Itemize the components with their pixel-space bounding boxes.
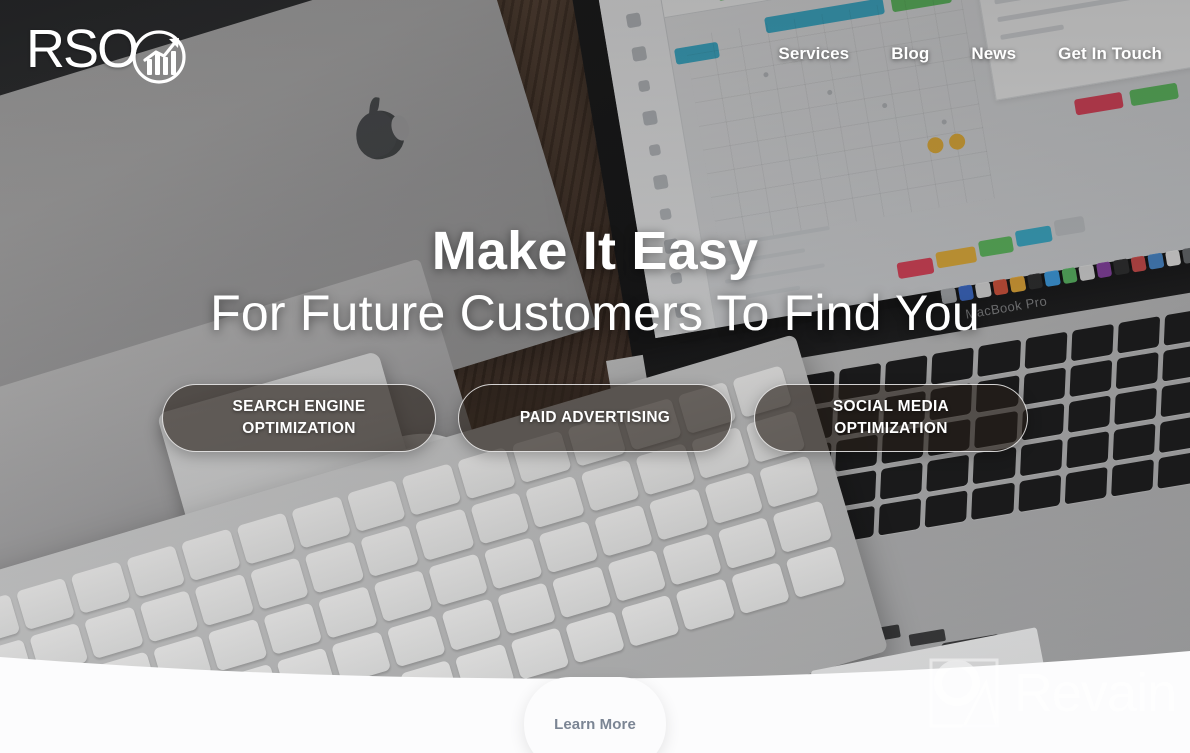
logo-text: RSO [26,19,139,79]
service-button-smo[interactable]: SOCIAL MEDIA OPTIMIZATION [754,384,1028,452]
circle-bar-chart-arrow-icon [130,27,188,85]
site-header: RSO Services Blog News Get In Touch [0,0,1190,104]
service-button-paid-advertising[interactable]: PAID ADVERTISING [458,384,732,452]
primary-navigation: Services Blog News Get In Touch [757,44,1162,64]
service-button-seo-line2: OPTIMIZATION [242,420,356,437]
hero-copy: Make It Easy For Future Customers To Fin… [0,222,1190,343]
learn-more-button[interactable]: Learn More [524,677,666,753]
service-button-seo-line1: SEARCH ENGINE [232,398,366,415]
service-button-smo-line1: SOCIAL MEDIA [832,398,950,415]
hero-page: MacBook Pro [0,0,1190,753]
service-button-smo-line2: OPTIMIZATION [834,420,948,437]
page-subtitle: For Future Customers To Find You [210,285,980,342]
hero-overlay-tint [0,0,1190,753]
page-title: Make It Easy [431,221,759,281]
nav-link-services[interactable]: Services [757,44,870,64]
nav-link-blog[interactable]: Blog [870,44,950,64]
site-logo[interactable]: RSO [26,19,186,84]
service-button-seo[interactable]: SEARCH ENGINE OPTIMIZATION [162,384,436,452]
hero-background-image: MacBook Pro [0,0,1190,753]
nav-link-get-in-touch[interactable]: Get In Touch [1037,44,1162,64]
service-button-paid-advertising-line1: PAID ADVERTISING [519,409,671,426]
service-buttons: SEARCH ENGINE OPTIMIZATION PAID ADVERTIS… [0,384,1190,452]
nav-link-news[interactable]: News [950,44,1037,64]
